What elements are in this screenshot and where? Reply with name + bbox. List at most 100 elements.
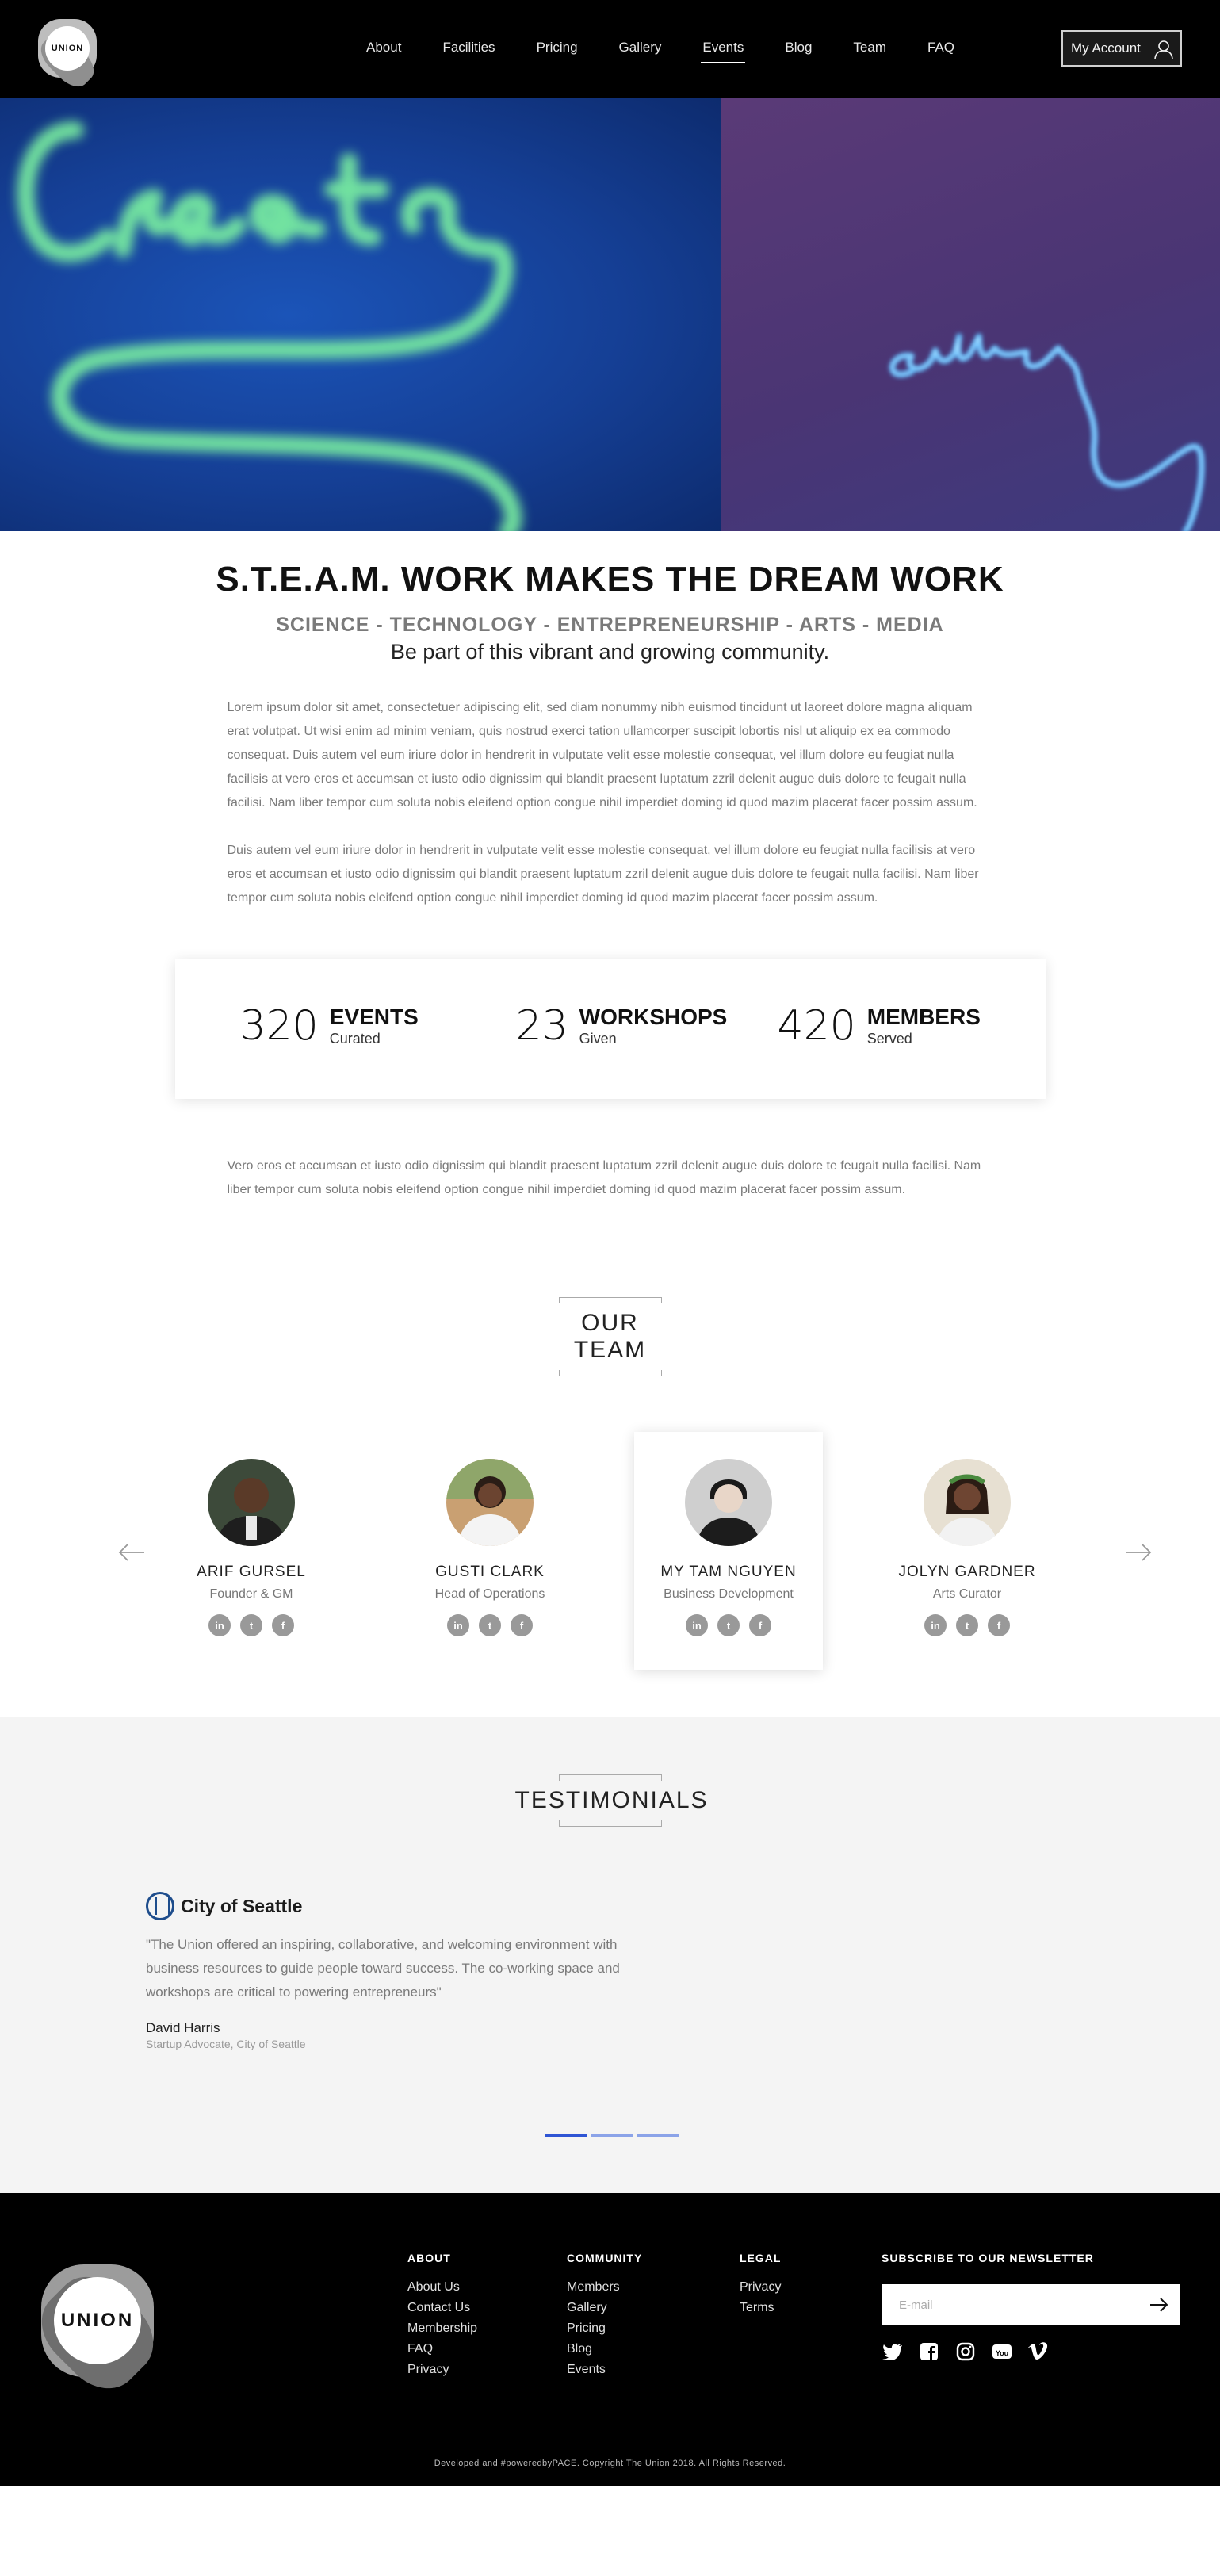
email-placeholder: E-mail [899, 2298, 933, 2312]
testimonials-section-title: TESTIMONIALS [515, 1774, 707, 1827]
carousel-prev-arrow-icon[interactable] [117, 1543, 146, 1562]
avatar [208, 1459, 295, 1546]
footer-column-title: ABOUT [407, 2252, 451, 2264]
team-title: OUR TEAM [573, 1310, 647, 1363]
nav-gallery[interactable]: Gallery [618, 40, 664, 63]
footer-column-title: COMMUNITY [567, 2252, 643, 2264]
member-role: Arts Curator [932, 1587, 1002, 1601]
footer-link[interactable]: Privacy [740, 2277, 781, 2298]
footer-link[interactable]: Membership [407, 2318, 477, 2339]
footer-link[interactable]: Terms [740, 2298, 781, 2318]
member-name: ARIF GURSEL [197, 1564, 306, 1580]
nav-about[interactable]: About [365, 40, 403, 63]
title-bracket [558, 1774, 662, 1781]
stat-label: MEMBERS [866, 1005, 981, 1029]
footer-link[interactable]: Contact Us [407, 2298, 477, 2318]
footer-column-title: LEGAL [740, 2252, 782, 2264]
twitter-icon[interactable]: t [479, 1614, 501, 1636]
footer-link[interactable]: Events [567, 2360, 642, 2380]
nav-blog[interactable]: Blog [783, 40, 813, 63]
footer-link[interactable]: Privacy [407, 2360, 477, 2380]
stat-sublabel: Served [866, 1031, 912, 1047]
newsletter-title: SUBSCRIBE TO OUR NEWSLETTER [882, 2252, 1094, 2264]
main-nav: About Facilities Pricing Gallery Events … [365, 33, 994, 63]
vimeo-icon[interactable] [1027, 2341, 1050, 2363]
hero-banner [0, 98, 1220, 531]
title-bracket [558, 1820, 662, 1827]
page-headline: S.T.E.A.M. WORK MAKES THE DREAM WORK [216, 560, 1004, 599]
instagram-icon[interactable] [954, 2341, 977, 2363]
intro-paragraph-2: Duis autem vel eum iriure dolor in hendr… [227, 844, 979, 905]
stat-value: 420 [777, 1002, 856, 1050]
seal-icon [146, 1892, 174, 1920]
facebook-icon[interactable]: f [988, 1614, 1010, 1636]
nav-facilities[interactable]: Facilities [441, 40, 496, 63]
carousel-next-arrow-icon[interactable] [1124, 1543, 1153, 1562]
testimonials-section: TESTIMONIALS City of Seattle "The Union … [0, 1717, 1220, 2193]
team-section-title: OUR TEAM [543, 1297, 678, 1376]
stat-value: 23 [515, 1002, 568, 1050]
footer-column-community: COMMUNITY Members Gallery Pricing Blog E… [567, 2252, 642, 2380]
team-member-card[interactable]: ARIF GURSEL Founder & GM in t f [157, 1432, 346, 1670]
stat-value: 320 [239, 1002, 319, 1050]
facebook-icon[interactable]: f [749, 1614, 771, 1636]
footer-logo-text: UNION [54, 2277, 141, 2364]
team-member-card-featured[interactable]: MY TAM NGUYEN Business Development in t … [634, 1432, 823, 1670]
member-role: Business Development [664, 1587, 794, 1601]
my-account-button[interactable]: My Account [1061, 30, 1182, 67]
neon-sign-image [17, 121, 1205, 531]
stat-workshops: 23 WORKSHOPS Given [516, 1005, 728, 1048]
member-name: JOLYN GARDNER [898, 1564, 1036, 1580]
twitter-icon[interactable]: t [956, 1614, 978, 1636]
nav-faq[interactable]: FAQ [926, 40, 956, 63]
member-socials: in t f [396, 1614, 584, 1636]
facebook-icon[interactable] [918, 2341, 940, 2363]
footer-copyright: Developed and #poweredbyPACE. Copyright … [434, 2459, 786, 2468]
footer-social-links: You [882, 2341, 1050, 2363]
twitter-icon[interactable]: t [240, 1614, 262, 1636]
page-subheadline: SCIENCE - TECHNOLOGY - ENTREPRENEURSHIP … [276, 614, 944, 636]
my-account-label: My Account [1071, 40, 1141, 56]
twitter-icon[interactable] [882, 2341, 904, 2363]
member-name: MY TAM NGUYEN [660, 1564, 797, 1580]
linkedin-icon[interactable]: in [924, 1614, 947, 1636]
intro-paragraph-1: Lorem ipsum dolor sit amet, consectetuer… [227, 701, 977, 810]
member-name: GUSTI CLARK [435, 1564, 545, 1580]
stats-card: 320 EVENTS Curated 23 WORKSHOPS Given 42… [174, 959, 1046, 1099]
testimonial-author: David Harris [146, 2020, 220, 2035]
arrow-right-icon[interactable] [1149, 2297, 1168, 2313]
team-member-card[interactable]: JOLYN GARDNER Arts Curator in t f [873, 1432, 1061, 1670]
carousel-dot[interactable] [591, 2134, 633, 2137]
youtube-icon[interactable]: You [991, 2341, 1013, 2363]
footer-link[interactable]: Members [567, 2277, 642, 2298]
linkedin-icon[interactable]: in [447, 1614, 469, 1636]
facebook-icon[interactable]: f [511, 1614, 533, 1636]
linkedin-icon[interactable]: in [208, 1614, 231, 1636]
carousel-dot[interactable] [637, 2134, 679, 2137]
footer-column-about: ABOUT About Us Contact Us Membership FAQ… [407, 2252, 477, 2380]
footer-link[interactable]: About Us [407, 2277, 477, 2298]
footer-link[interactable]: Pricing [567, 2318, 642, 2339]
footer-link[interactable]: Gallery [567, 2298, 642, 2318]
nav-team[interactable]: Team [851, 40, 888, 63]
footer-link[interactable]: Blog [567, 2339, 642, 2360]
site-header: UNION About Facilities Pricing Gallery E… [0, 0, 1220, 98]
member-socials: in t f [634, 1614, 823, 1636]
nav-pricing[interactable]: Pricing [535, 40, 579, 63]
testimonial-logo-text: City of Seattle [181, 1895, 303, 1916]
linkedin-icon[interactable]: in [686, 1614, 708, 1636]
site-footer: UNION ABOUT About Us Contact Us Membersh… [0, 2193, 1220, 2486]
twitter-icon[interactable]: t [717, 1614, 740, 1636]
facebook-icon[interactable]: f [272, 1614, 294, 1636]
team-member-card[interactable]: GUSTI CLARK Head of Operations in t f [396, 1432, 584, 1670]
footer-logo[interactable]: UNION [26, 2261, 169, 2404]
carousel-dot[interactable] [545, 2134, 587, 2137]
newsletter-email-input[interactable]: E-mail [882, 2284, 1180, 2325]
nav-events[interactable]: Events [701, 33, 746, 63]
team-carousel: ARIF GURSEL Founder & GM in t f GUSTI CL… [0, 1432, 1220, 1670]
testimonial-author-role: Startup Advocate, City of Seattle [146, 2038, 306, 2050]
stat-label: WORKSHOPS [579, 1005, 728, 1029]
user-icon [1154, 40, 1173, 59]
site-logo[interactable]: UNION [34, 19, 101, 94]
footer-link[interactable]: FAQ [407, 2339, 477, 2360]
